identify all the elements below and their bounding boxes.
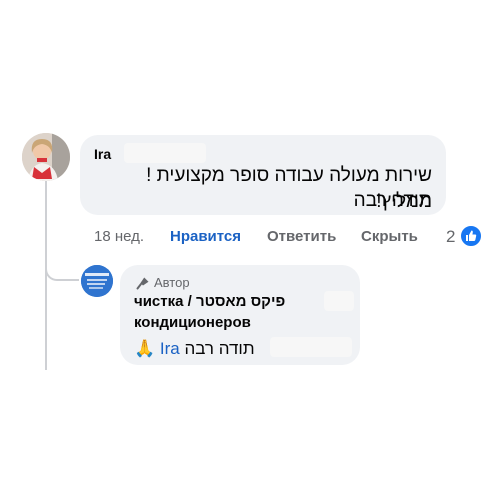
pray-emoji: 🙏 [134, 339, 156, 358]
comment-time[interactable]: 18 нед. [94, 228, 144, 245]
reply-button[interactable]: Ответить [267, 228, 336, 245]
microphone-icon [136, 276, 150, 290]
comment-text-line2: תודה רבה [353, 190, 432, 211]
avatar[interactable] [22, 133, 70, 181]
reply-bubble: Автор чистка / פיקס מאסטר кондиционеров … [120, 265, 360, 365]
reply-text: תודה רבה Ira 🙏 [134, 338, 255, 360]
thumbs-up-icon[interactable] [459, 224, 483, 248]
redacted-name [324, 291, 354, 311]
like-button[interactable]: Нравится [170, 228, 241, 245]
hide-button[interactable]: Скрыть [361, 228, 418, 245]
reply-message: תודה רבה [184, 339, 255, 358]
redacted-name [270, 337, 352, 357]
redacted-name [124, 143, 206, 163]
mention-link[interactable]: Ira [160, 339, 180, 358]
reply-author-name-line2[interactable]: кондиционеров [134, 313, 251, 333]
author-badge: Автор [154, 275, 190, 290]
comment-actions: 18 нед. Нравится Ответить Скрыть [0, 228, 500, 248]
comment-bubble: Ira שירות מעולה עבודה סופר מקצועית ! ממל… [80, 135, 446, 215]
page-avatar[interactable] [81, 265, 113, 297]
comment-author-name[interactable]: Ira [94, 146, 111, 162]
reply-author-name-line1[interactable]: чистка / פיקס מאסטר [134, 292, 285, 312]
thread-line-branch [45, 255, 79, 281]
reaction-count[interactable]: 2 [446, 227, 455, 247]
